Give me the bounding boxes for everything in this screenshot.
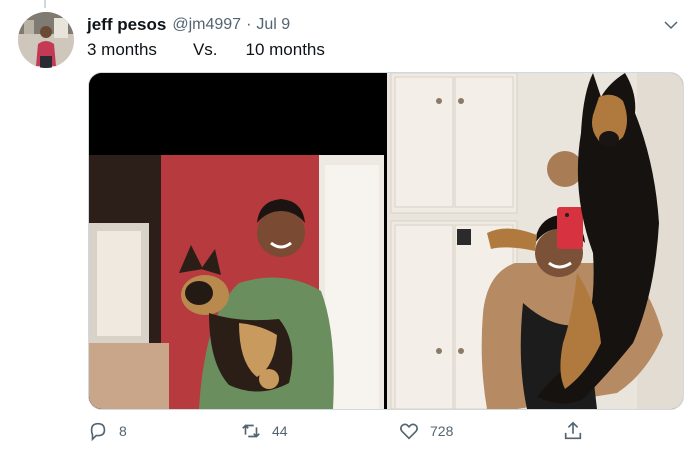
like-button[interactable]: 728 <box>398 420 453 442</box>
tweet-actions: 8 44 728 <box>87 420 587 444</box>
heart-icon <box>400 423 418 440</box>
retweet-button[interactable]: 44 <box>240 420 288 442</box>
tweet-date[interactable]: Jul 9 <box>256 16 290 34</box>
reply-count: 8 <box>119 423 127 439</box>
separator-dot: · <box>246 16 252 33</box>
avatar[interactable] <box>18 12 74 68</box>
chevron-down-icon[interactable] <box>662 16 680 34</box>
tweet-media[interactable] <box>88 72 684 410</box>
thread-line <box>44 0 46 8</box>
share-icon <box>564 421 582 440</box>
like-count: 728 <box>430 423 454 439</box>
retweet-icon <box>242 424 260 438</box>
share-button[interactable] <box>562 420 584 442</box>
tweet-text: 3 months Vs. 10 months <box>87 40 325 60</box>
tweet-text-part-2: Vs. <box>192 40 218 59</box>
tweet-header: jeff pesos @jm4997 · Jul 9 <box>87 14 680 36</box>
avatar-image <box>18 12 74 68</box>
tweet-text-part-1: 3 months <box>87 40 157 59</box>
retweet-count: 44 <box>272 423 288 439</box>
author-handle[interactable]: @jm4997 <box>172 16 241 34</box>
media-photo-left[interactable] <box>89 73 384 409</box>
media-photo-right[interactable] <box>387 73 683 409</box>
reply-icon <box>90 422 106 442</box>
author-name[interactable]: jeff pesos <box>87 15 166 35</box>
reply-button[interactable]: 8 <box>87 420 127 442</box>
tweet-text-part-3: 10 months <box>245 40 325 59</box>
